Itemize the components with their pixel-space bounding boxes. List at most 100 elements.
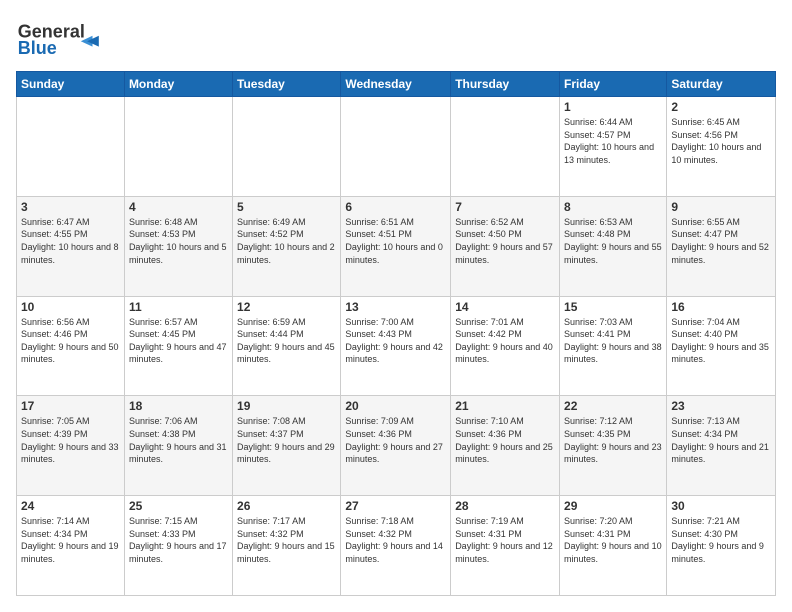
day-number: 19	[237, 399, 336, 413]
day-info: Sunrise: 7:17 AM Sunset: 4:32 PM Dayligh…	[237, 515, 336, 565]
day-cell: 30 Sunrise: 7:21 AM Sunset: 4:30 PM Dayli…	[667, 496, 776, 596]
day-number: 20	[345, 399, 446, 413]
day-cell: 22Sunrise: 7:12 AM Sunset: 4:35 PM Dayli…	[560, 396, 667, 496]
col-header-monday: Monday	[124, 72, 232, 97]
day-number: 25	[129, 499, 228, 513]
day-cell: 17 Sunrise: 7:05 AM Sunset: 4:39 PM Dayli…	[17, 396, 125, 496]
day-info: Sunrise: 7:10 AM Sunset: 4:36 PM Dayligh…	[455, 415, 555, 465]
day-info: Sunrise: 7:19 AM Sunset: 4:31 PM Dayligh…	[455, 515, 555, 565]
day-cell: 9Sunrise: 6:55 AM Sunset: 4:47 PM Daylig…	[667, 196, 776, 296]
day-number: 22	[564, 399, 662, 413]
day-info: Sunrise: 7:13 AM Sunset: 4:34 PM Dayligh…	[671, 415, 771, 465]
day-info: Sunrise: 6:52 AM Sunset: 4:50 PM Dayligh…	[455, 216, 555, 266]
day-cell: 2 Sunrise: 6:45 AM Sunset: 4:56 PM Daylig…	[667, 97, 776, 197]
day-number: 27	[345, 499, 446, 513]
day-number: 24	[21, 499, 120, 513]
day-number: 10	[21, 300, 120, 314]
col-header-sunday: Sunday	[17, 72, 125, 97]
day-number: 17	[21, 399, 120, 413]
col-header-friday: Friday	[560, 72, 667, 97]
page: General Blue SundayMondayTuesdayWednesda…	[0, 0, 792, 612]
header-row: SundayMondayTuesdayWednesdayThursdayFrid…	[17, 72, 776, 97]
day-info: Sunrise: 6:57 AM Sunset: 4:45 PM Dayligh…	[129, 316, 228, 366]
day-cell: 20Sunrise: 7:09 AM Sunset: 4:36 PM Dayli…	[341, 396, 451, 496]
day-number: 16	[671, 300, 771, 314]
day-number: 3	[21, 200, 120, 214]
col-header-wednesday: Wednesday	[341, 72, 451, 97]
day-info: Sunrise: 7:01 AM Sunset: 4:42 PM Dayligh…	[455, 316, 555, 366]
day-number: 18	[129, 399, 228, 413]
day-cell: 1 Sunrise: 6:44 AM Sunset: 4:57 PM Daylig…	[560, 97, 667, 197]
day-info: Sunrise: 7:21 AM Sunset: 4:30 PM Dayligh…	[671, 515, 771, 565]
day-cell: 27 Sunrise: 7:18 AM Sunset: 4:32 PM Dayli…	[341, 496, 451, 596]
day-number: 30	[671, 499, 771, 513]
header: General Blue	[16, 16, 776, 61]
day-info: Sunrise: 7:06 AM Sunset: 4:38 PM Dayligh…	[129, 415, 228, 465]
day-info: Sunrise: 7:04 AM Sunset: 4:40 PM Dayligh…	[671, 316, 771, 366]
day-cell: 4Sunrise: 6:48 AM Sunset: 4:53 PM Daylig…	[124, 196, 232, 296]
day-cell	[341, 97, 451, 197]
week-row-3: 17 Sunrise: 7:05 AM Sunset: 4:39 PM Dayli…	[17, 396, 776, 496]
day-info: Sunrise: 7:05 AM Sunset: 4:39 PM Dayligh…	[21, 415, 120, 465]
day-info: Sunrise: 7:15 AM Sunset: 4:33 PM Dayligh…	[129, 515, 228, 565]
day-cell: 5 Sunrise: 6:49 AM Sunset: 4:52 PM Daylig…	[233, 196, 341, 296]
day-cell: 24Sunrise: 7:14 AM Sunset: 4:34 PM Dayli…	[17, 496, 125, 596]
day-number: 7	[455, 200, 555, 214]
day-cell	[124, 97, 232, 197]
day-info: Sunrise: 6:48 AM Sunset: 4:53 PM Dayligh…	[129, 216, 228, 266]
day-number: 6	[345, 200, 446, 214]
day-number: 2	[671, 100, 771, 114]
day-info: Sunrise: 7:08 AM Sunset: 4:37 PM Dayligh…	[237, 415, 336, 465]
day-cell: 18 Sunrise: 7:06 AM Sunset: 4:38 PM Dayli…	[124, 396, 232, 496]
col-header-thursday: Thursday	[451, 72, 560, 97]
day-info: Sunrise: 7:00 AM Sunset: 4:43 PM Dayligh…	[345, 316, 446, 366]
day-info: Sunrise: 6:45 AM Sunset: 4:56 PM Dayligh…	[671, 116, 771, 166]
day-info: Sunrise: 6:44 AM Sunset: 4:57 PM Dayligh…	[564, 116, 662, 166]
day-number: 21	[455, 399, 555, 413]
day-info: Sunrise: 6:53 AM Sunset: 4:48 PM Dayligh…	[564, 216, 662, 266]
day-info: Sunrise: 6:47 AM Sunset: 4:55 PM Dayligh…	[21, 216, 120, 266]
day-number: 1	[564, 100, 662, 114]
day-cell: 21 Sunrise: 7:10 AM Sunset: 4:36 PM Dayli…	[451, 396, 560, 496]
day-number: 26	[237, 499, 336, 513]
day-cell: 28 Sunrise: 7:19 AM Sunset: 4:31 PM Dayli…	[451, 496, 560, 596]
day-cell: 26 Sunrise: 7:17 AM Sunset: 4:32 PM Dayli…	[233, 496, 341, 596]
day-cell: 12 Sunrise: 6:59 AM Sunset: 4:44 PM Dayli…	[233, 296, 341, 396]
day-info: Sunrise: 6:55 AM Sunset: 4:47 PM Dayligh…	[671, 216, 771, 266]
day-number: 12	[237, 300, 336, 314]
day-number: 15	[564, 300, 662, 314]
day-cell	[451, 97, 560, 197]
day-number: 13	[345, 300, 446, 314]
day-info: Sunrise: 7:18 AM Sunset: 4:32 PM Dayligh…	[345, 515, 446, 565]
day-cell: 25 Sunrise: 7:15 AM Sunset: 4:33 PM Dayli…	[124, 496, 232, 596]
day-cell	[233, 97, 341, 197]
day-cell: 19 Sunrise: 7:08 AM Sunset: 4:37 PM Dayli…	[233, 396, 341, 496]
day-info: Sunrise: 6:59 AM Sunset: 4:44 PM Dayligh…	[237, 316, 336, 366]
day-cell: 10 Sunrise: 6:56 AM Sunset: 4:46 PM Dayli…	[17, 296, 125, 396]
day-number: 5	[237, 200, 336, 214]
logo: General Blue	[16, 16, 106, 61]
week-row-0: 1 Sunrise: 6:44 AM Sunset: 4:57 PM Daylig…	[17, 97, 776, 197]
day-info: Sunrise: 7:03 AM Sunset: 4:41 PM Dayligh…	[564, 316, 662, 366]
day-cell	[17, 97, 125, 197]
week-row-1: 3 Sunrise: 6:47 AM Sunset: 4:55 PM Daylig…	[17, 196, 776, 296]
day-cell: 11 Sunrise: 6:57 AM Sunset: 4:45 PM Dayli…	[124, 296, 232, 396]
day-info: Sunrise: 6:56 AM Sunset: 4:46 PM Dayligh…	[21, 316, 120, 366]
day-cell: 3 Sunrise: 6:47 AM Sunset: 4:55 PM Daylig…	[17, 196, 125, 296]
day-cell: 29Sunrise: 7:20 AM Sunset: 4:31 PM Dayli…	[560, 496, 667, 596]
week-row-2: 10 Sunrise: 6:56 AM Sunset: 4:46 PM Dayli…	[17, 296, 776, 396]
day-cell: 6 Sunrise: 6:51 AM Sunset: 4:51 PM Daylig…	[341, 196, 451, 296]
col-header-tuesday: Tuesday	[233, 72, 341, 97]
day-info: Sunrise: 6:49 AM Sunset: 4:52 PM Dayligh…	[237, 216, 336, 266]
day-number: 11	[129, 300, 228, 314]
calendar-table: SundayMondayTuesdayWednesdayThursdayFrid…	[16, 71, 776, 596]
day-cell: 14Sunrise: 7:01 AM Sunset: 4:42 PM Dayli…	[451, 296, 560, 396]
day-cell: 15 Sunrise: 7:03 AM Sunset: 4:41 PM Dayli…	[560, 296, 667, 396]
day-cell: 23Sunrise: 7:13 AM Sunset: 4:34 PM Dayli…	[667, 396, 776, 496]
day-number: 29	[564, 499, 662, 513]
day-number: 8	[564, 200, 662, 214]
logo-image: General Blue	[16, 16, 106, 61]
day-info: Sunrise: 6:51 AM Sunset: 4:51 PM Dayligh…	[345, 216, 446, 266]
day-number: 28	[455, 499, 555, 513]
week-row-4: 24Sunrise: 7:14 AM Sunset: 4:34 PM Dayli…	[17, 496, 776, 596]
